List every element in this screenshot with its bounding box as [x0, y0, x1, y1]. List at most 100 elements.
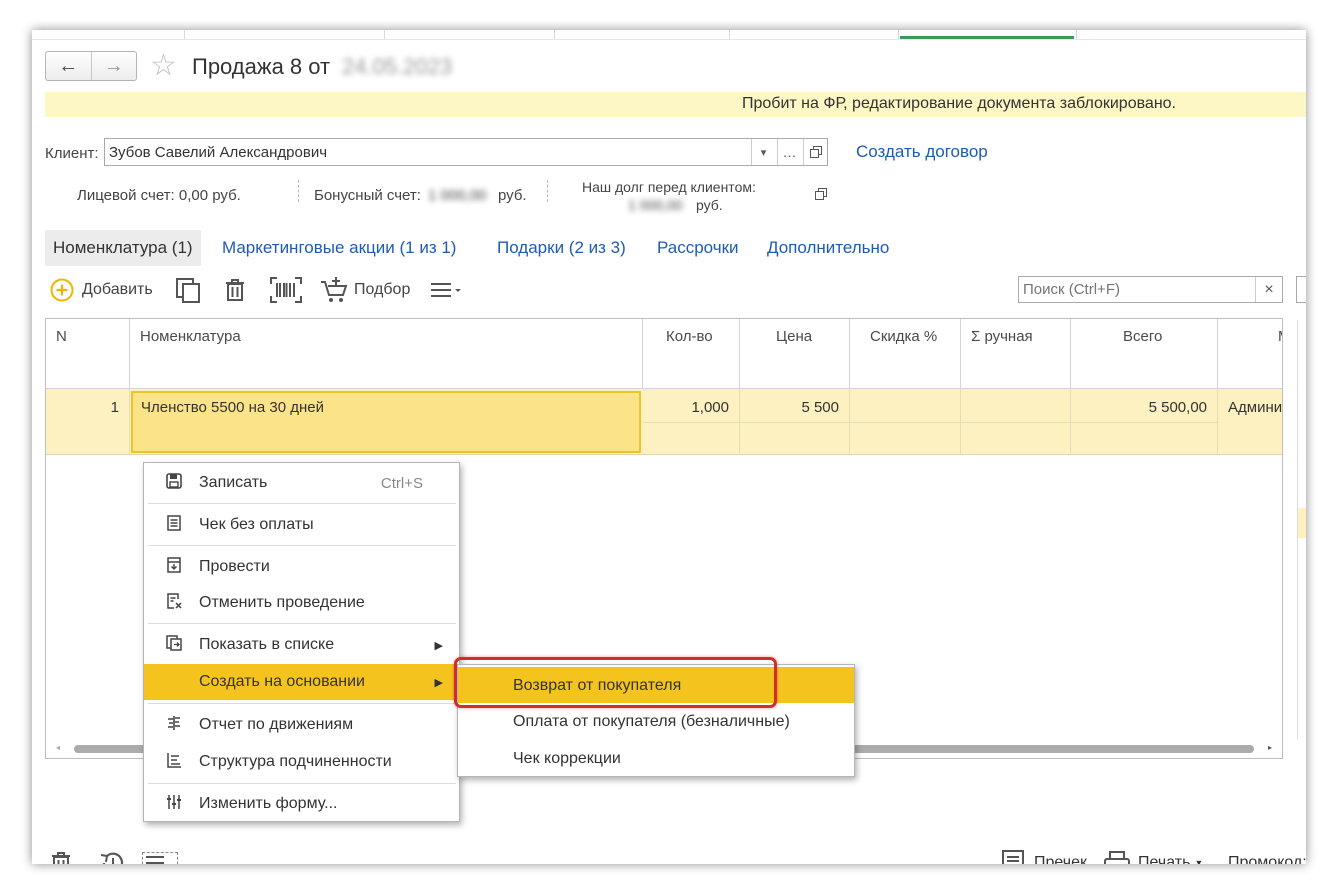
copy-button[interactable]: [175, 276, 201, 304]
movement-report-icon: [164, 715, 184, 735]
cell-item-selected[interactable]: Членство 5500 на 30 дней: [131, 391, 641, 453]
tab-nomenclature[interactable]: Номенклатура (1): [45, 230, 201, 266]
barcode-icon: [270, 277, 302, 303]
barcode-button[interactable]: [270, 276, 302, 304]
scroll-right-icon[interactable]: ▸: [1268, 743, 1272, 752]
add-button[interactable]: Добавить: [50, 276, 153, 304]
menu-item-shortcut: Ctrl+S: [380, 474, 423, 492]
column-title: Скидка %: [870, 328, 938, 345]
column-header-total[interactable]: Всего: [1071, 319, 1218, 388]
cell-text: Членство 5500 на 30 дней: [141, 399, 324, 416]
menu-item-create-based-on[interactable]: Создать на основании ▶: [144, 664, 459, 700]
hamburger-menu-icon: [431, 283, 461, 297]
menu-separator: [148, 783, 456, 784]
menu-item-post[interactable]: Провести: [144, 549, 459, 585]
side-panel: [1297, 320, 1306, 740]
tab-installments[interactable]: Рассрочки: [649, 230, 747, 266]
open-window-icon: [815, 188, 827, 200]
active-window-tab-indicator: [900, 36, 1074, 39]
column-header-manual[interactable]: Σ ручная: [961, 319, 1071, 388]
receipt-button[interactable]: Пречек: [1001, 848, 1087, 864]
cell-text: 1: [110, 399, 119, 416]
more-actions-button[interactable]: [430, 276, 462, 304]
column-title: N: [56, 328, 67, 345]
close-icon: ×: [1264, 280, 1274, 298]
open-window-icon: [809, 146, 822, 158]
client-label: Клиент:: [45, 145, 99, 162]
client-field[interactable]: Зубов Савелий Александрович ▾ …: [104, 138, 828, 166]
menu-item-label: Отменить проведение: [199, 594, 365, 611]
print-button[interactable]: Печать ▾: [1104, 848, 1201, 864]
menu-item-change-form[interactable]: Изменить форму...: [144, 786, 459, 822]
menu-item-save[interactable]: Записать Ctrl+S: [144, 465, 459, 501]
select-button[interactable]: …: [777, 139, 801, 165]
submenu-item-correction-receipt[interactable]: Чек коррекции: [458, 740, 854, 776]
menu-item-show-in-list[interactable]: Показать в списке ▶: [144, 627, 459, 663]
create-contract-link[interactable]: Создать договор: [856, 142, 988, 162]
column-header-discount[interactable]: Скидка %: [850, 319, 961, 388]
submenu-item-label: Чек коррекции: [513, 750, 621, 767]
copy-icon: [176, 278, 200, 303]
tab-separator: [1076, 30, 1077, 39]
tab-marketing[interactable]: Маркетинговые акции (1 из 1): [214, 230, 464, 266]
trash-icon: [226, 279, 244, 301]
page-title: Продажа 8 от: [192, 54, 331, 79]
column-header-qty[interactable]: Кол-во: [643, 319, 740, 388]
print-button-label: Печать: [1138, 854, 1191, 864]
favorite-star-icon[interactable]: ☆: [150, 51, 177, 81]
clear-search-button[interactable]: ×: [1255, 277, 1282, 302]
menu-item-receipt-no-payment[interactable]: Чек без оплаты: [144, 507, 459, 543]
personal-account-label: Лицевой счет: 0,00 руб.: [77, 187, 241, 204]
menu-separator: [148, 623, 456, 624]
cell-text: Админи: [1228, 399, 1283, 416]
save-icon: [164, 473, 184, 493]
menu-item-subordination-structure[interactable]: Структура подчиненности: [144, 744, 459, 780]
side-panel-highlight: [1298, 508, 1306, 538]
history-button[interactable]: [98, 848, 126, 864]
annotation-highlight-box: [454, 657, 777, 708]
chevron-down-icon: ▾: [1196, 857, 1202, 865]
column-header-item[interactable]: Номенклатура: [130, 319, 643, 388]
plus-circle-icon: [50, 278, 74, 302]
debt-value: 1 000,00: [628, 197, 683, 213]
settings-sliders-icon: [164, 794, 184, 814]
search-input[interactable]: [1019, 277, 1254, 301]
forward-arrow-icon: →: [103, 54, 124, 77]
bonus-account-currency: руб.: [498, 187, 527, 204]
open-debt-button[interactable]: [815, 187, 827, 204]
column-header-price[interactable]: Цена: [740, 319, 850, 388]
back-button[interactable]: ←: [46, 52, 91, 80]
tab-gifts[interactable]: Подарки (2 из 3): [489, 230, 634, 266]
show-in-list-icon: [164, 635, 184, 655]
submenu-item-customer-payment-cashless[interactable]: Оплата от покупателя (безналичные): [458, 703, 854, 739]
column-header-n[interactable]: N: [46, 319, 130, 388]
menu-item-label: Изменить форму...: [199, 795, 338, 812]
column-header-extra[interactable]: М: [1218, 319, 1282, 388]
divider: [298, 180, 299, 202]
hamburger-menu-icon: [146, 856, 164, 864]
open-button[interactable]: [803, 139, 827, 165]
divider: [547, 180, 548, 202]
scroll-left-icon[interactable]: ◂: [56, 743, 60, 752]
menu-item-cancel-posting[interactable]: Отменить проведение: [144, 585, 459, 621]
debt-currency: руб.: [696, 197, 723, 213]
submenu-item-label: Оплата от покупателя (безналичные): [513, 713, 790, 730]
debt-label: Наш долг перед клиентом:: [582, 179, 756, 195]
navigation-buttons: ← →: [45, 51, 137, 81]
menu-item-label: Создать на основании: [199, 673, 365, 690]
menu-item-movement-report[interactable]: Отчет по движениям: [144, 707, 459, 743]
submenu-arrow-icon: ▶: [434, 639, 443, 652]
column-title: Всего: [1123, 328, 1163, 345]
table-header: N Номенклатура Кол-во Цена Скидка % Σ ру…: [46, 319, 1282, 389]
forward-button[interactable]: →: [90, 52, 137, 80]
delete-document-button[interactable]: [50, 848, 72, 864]
table-row[interactable]: 1 Членство 5500 на 30 дней 1,000 5 500 5…: [46, 389, 1282, 455]
trash-icon: [52, 852, 70, 864]
delete-row-button[interactable]: [224, 276, 246, 304]
tab-additional[interactable]: Дополнительно: [759, 230, 897, 266]
dropdown-button[interactable]: ▾: [751, 139, 775, 165]
menu-separator: [148, 503, 456, 504]
menu-item-label: Чек без оплаты: [199, 516, 314, 533]
pick-button[interactable]: Подбор: [320, 276, 410, 304]
more-menu-button[interactable]: [142, 852, 178, 864]
